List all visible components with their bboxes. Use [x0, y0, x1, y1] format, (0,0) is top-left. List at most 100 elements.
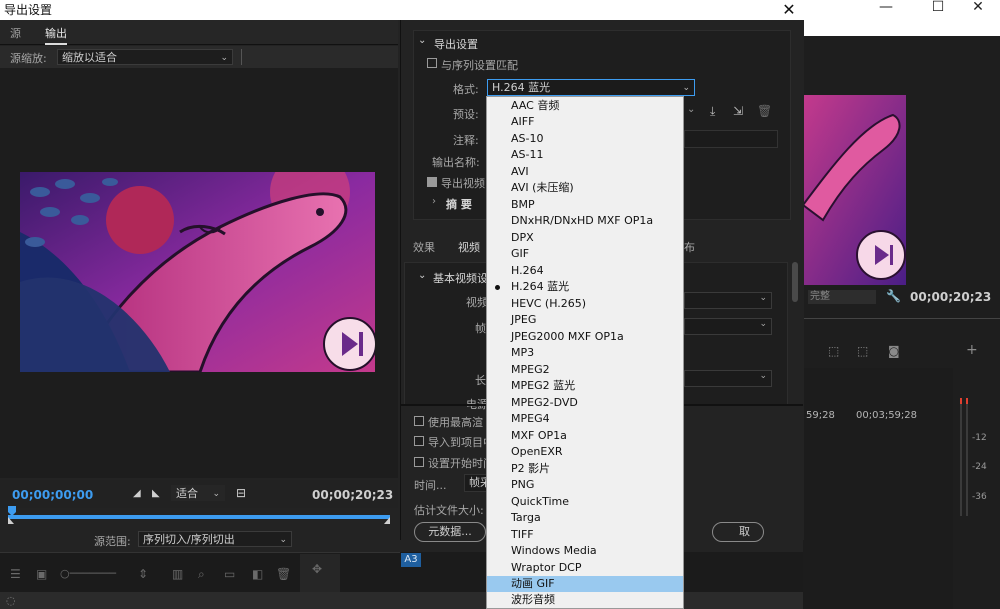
window-close-button[interactable]: ✕ — [958, 0, 998, 14]
format-option[interactable]: JPEG — [487, 312, 683, 328]
comment-input[interactable] — [684, 130, 778, 148]
format-option[interactable]: 波形音频 — [487, 592, 683, 608]
current-timecode[interactable]: 00;00;00;00 — [12, 488, 93, 502]
new-item-icon[interactable]: ◧ — [252, 567, 263, 581]
format-option[interactable]: DNxHR/DNxHD MXF OP1a — [487, 213, 683, 229]
format-option[interactable]: AIFF — [487, 114, 683, 130]
tab-video[interactable]: 视频 — [458, 239, 480, 255]
format-option[interactable]: P2 影片 — [487, 461, 683, 477]
format-option[interactable]: MXF OP1a — [487, 428, 683, 444]
format-option-selected[interactable]: H.264 蓝光 — [487, 279, 683, 295]
format-option[interactable]: MP3 — [487, 345, 683, 361]
set-in-point-icon[interactable]: ◢ — [133, 488, 141, 499]
source-range-select[interactable]: 序列切入/序列切出 ⌄ — [138, 531, 292, 547]
format-option[interactable]: MPEG2-DVD — [487, 395, 683, 411]
tab-output[interactable]: 输出 — [45, 25, 67, 45]
format-option[interactable]: Windows Media — [487, 543, 683, 559]
minimize-button[interactable]: — — [866, 0, 906, 14]
source-zoom-value: 缩放以适合 — [62, 51, 117, 64]
chevron-down-icon[interactable]: ⌄ — [418, 270, 426, 281]
summary-label[interactable]: 摘 要 — [446, 196, 472, 212]
track-a3-button[interactable]: A3 — [401, 553, 421, 567]
scrub-bar[interactable] — [8, 506, 390, 524]
format-option[interactable]: Targa — [487, 510, 683, 526]
format-option[interactable]: H.264 — [487, 263, 683, 279]
format-option[interactable]: Wraptor DCP — [487, 560, 683, 576]
camera-icon[interactable]: ◙ — [888, 344, 900, 358]
import-preset-icon[interactable]: ⇲ — [733, 104, 743, 118]
wrench-icon[interactable]: 🔧 — [886, 289, 901, 303]
format-option[interactable]: AVI (未压缩) — [487, 180, 683, 196]
sort-icon[interactable]: ⇕ — [138, 567, 148, 581]
dialog-close-button[interactable]: ✕ — [779, 0, 799, 20]
scrollbar-thumb[interactable] — [792, 262, 798, 302]
format-option[interactable]: HEVC (H.265) — [487, 296, 683, 312]
divider — [0, 552, 400, 553]
metadata-button[interactable]: 元数据... — [414, 522, 486, 542]
use-max-render-checkbox[interactable] — [414, 416, 424, 426]
folder-icon[interactable]: ▭ — [224, 567, 235, 581]
video-select[interactable]: ⌄ — [684, 292, 772, 309]
match-sequence-checkbox[interactable] — [427, 58, 437, 68]
scrub-track — [8, 506, 390, 524]
lift-icon[interactable]: ⬚ — [828, 344, 839, 358]
format-label: 格式: — [453, 83, 479, 96]
source-zoom-select[interactable]: 缩放以适合 ⌄ — [57, 49, 233, 65]
tab-source[interactable]: 源 — [10, 25, 21, 41]
format-option[interactable]: MPEG2 — [487, 362, 683, 378]
frame-select[interactable]: ⌄ — [684, 318, 772, 335]
set-start-time-label: 设置开始时间 — [428, 457, 494, 470]
format-option[interactable]: TIFF — [487, 527, 683, 543]
chevron-down-icon[interactable]: ⌄ — [418, 35, 426, 46]
meter-tick: -36 — [972, 492, 987, 502]
format-option[interactable]: QuickTime — [487, 494, 683, 510]
dialog-titlebar: 导出设置 ✕ — [0, 0, 803, 20]
tab-effects[interactable]: 效果 — [413, 239, 435, 255]
format-option[interactable]: PNG — [487, 477, 683, 493]
maximize-button[interactable]: ☐ — [918, 0, 958, 14]
format-option[interactable]: AS-11 — [487, 147, 683, 163]
format-option[interactable]: AS-10 — [487, 131, 683, 147]
import-into-project-checkbox[interactable] — [414, 436, 424, 446]
audio-meter-bar — [960, 398, 962, 516]
chevron-right-icon[interactable]: › — [432, 196, 436, 207]
source-range-row: 源范围: 序列切入/序列切出 ⌄ — [0, 528, 398, 552]
move-tool-icon[interactable]: ✥ — [312, 562, 322, 576]
chevron-down-icon: ⌄ — [279, 535, 287, 545]
source-output-tabs: 源 输出 — [0, 20, 398, 45]
format-option[interactable]: AVI — [487, 164, 683, 180]
fit-select[interactable]: 适合 ⌄ — [171, 485, 225, 501]
format-option[interactable]: MPEG2 蓝光 — [487, 378, 683, 394]
format-select[interactable]: H.264 蓝光 ⌄ — [487, 79, 695, 96]
chevron-down-icon[interactable]: ⌄ — [687, 104, 695, 115]
aspect-correction-icon[interactable]: ⊟ — [236, 486, 246, 500]
extract-icon[interactable]: ⬚ — [857, 344, 868, 358]
zoom-slider-icon[interactable]: ○─────── — [60, 567, 116, 580]
automate-icon[interactable]: ▥ — [172, 567, 183, 581]
set-start-time-checkbox[interactable] — [414, 457, 424, 467]
icon-view-icon[interactable]: ▣ — [36, 567, 47, 581]
background-zoom-select[interactable]: 完整 — [808, 290, 876, 304]
format-option[interactable]: BMP — [487, 197, 683, 213]
format-option[interactable]: JPEG2000 MXF OP1a — [487, 329, 683, 345]
search-icon[interactable]: ⌕ — [198, 567, 205, 582]
format-option[interactable]: OpenEXR — [487, 444, 683, 460]
delete-preset-icon[interactable]: 🗑 — [757, 104, 772, 118]
format-option-highlighted[interactable]: 动画 GIF — [487, 576, 683, 592]
list-view-icon[interactable]: ☰ — [10, 567, 21, 581]
set-out-point-icon[interactable]: ◣ — [152, 488, 160, 499]
length-select[interactable]: ⌄ — [684, 370, 772, 387]
format-option[interactable]: AAC 音频 — [487, 98, 683, 114]
format-option[interactable]: DPX — [487, 230, 683, 246]
trash-icon[interactable]: 🗑 — [276, 567, 291, 581]
cancel-button[interactable]: 取 — [712, 522, 764, 542]
export-video-checkbox[interactable] — [427, 177, 437, 187]
format-option[interactable]: MPEG4 — [487, 411, 683, 427]
format-dropdown-list: AAC 音频 AIFF AS-10 AS-11 AVI AVI (未压缩) BM… — [486, 96, 684, 609]
tab-publish[interactable]: 布 — [684, 239, 695, 255]
save-preset-icon[interactable]: ⤓ — [710, 104, 715, 119]
format-option[interactable]: GIF — [487, 246, 683, 262]
source-zoom-row: 源缩放: 缩放以适合 ⌄ — [0, 46, 398, 68]
chevron-down-icon: ⌄ — [220, 53, 228, 63]
add-button-icon[interactable]: + — [966, 342, 978, 358]
